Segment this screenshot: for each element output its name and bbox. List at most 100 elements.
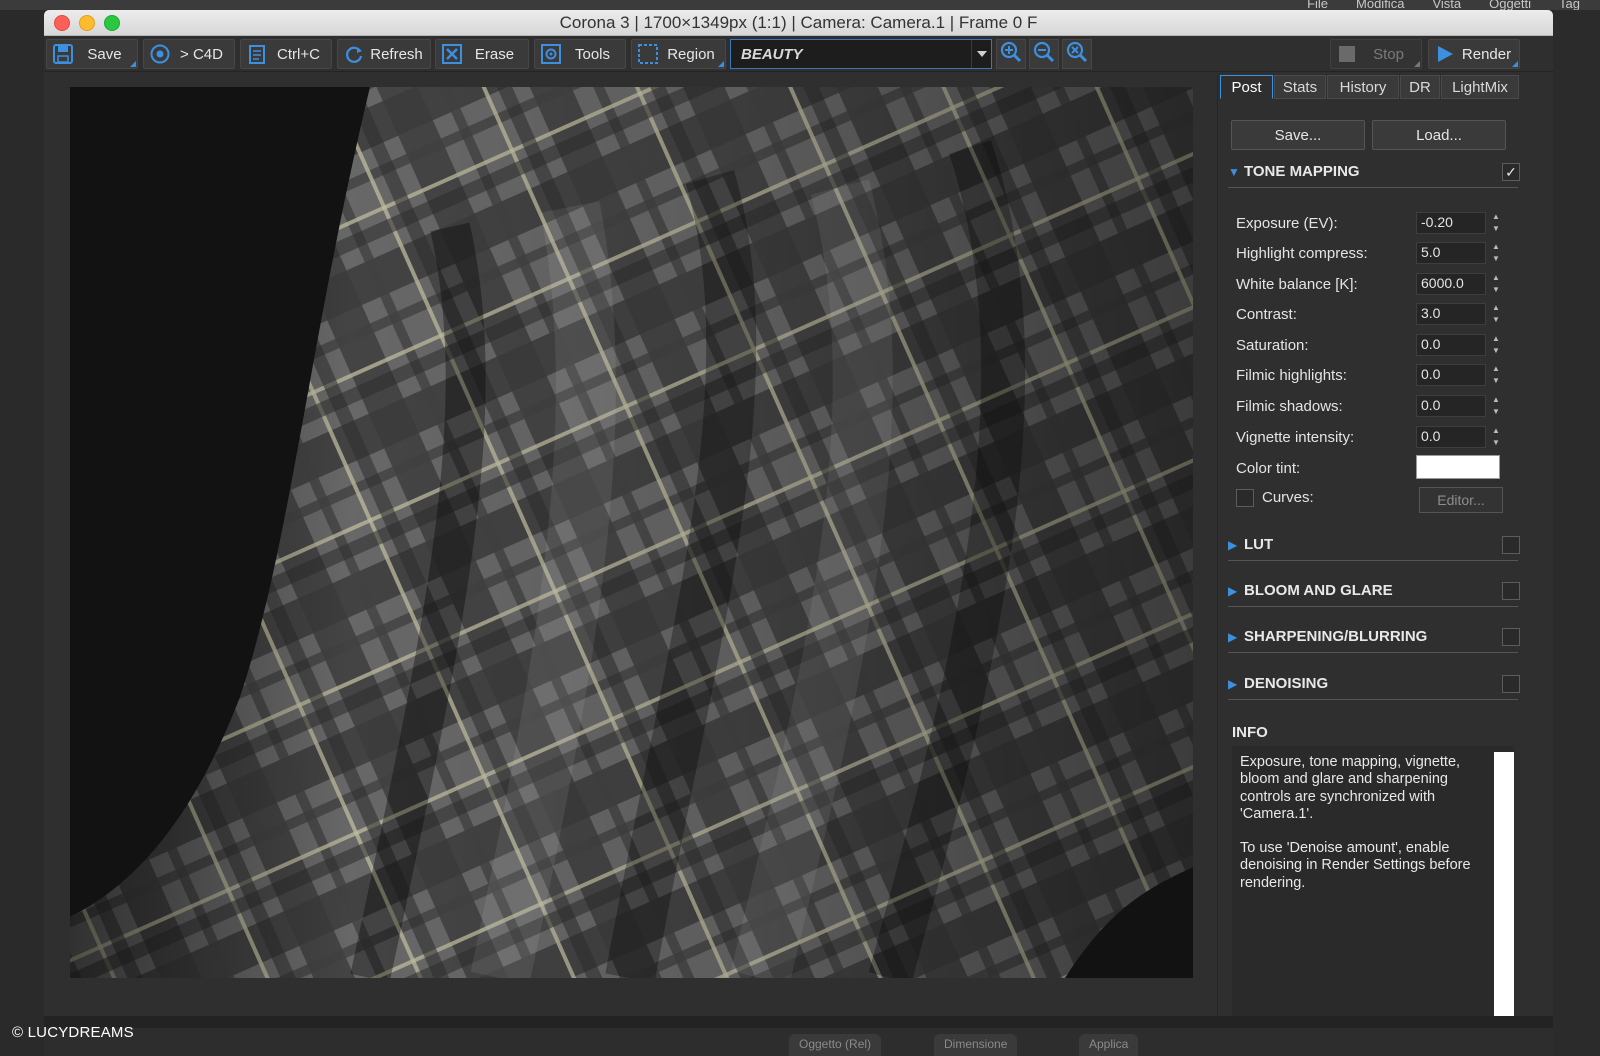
section-title: SHARPENING/BLURRING	[1244, 628, 1428, 645]
post-save-button[interactable]: Save...	[1231, 120, 1365, 150]
host-tab-object[interactable]: Oggetto (Rel)	[789, 1034, 882, 1056]
color-tint-swatch[interactable]	[1416, 455, 1500, 479]
refresh-button[interactable]: Refresh	[337, 39, 431, 69]
tone-mapping-title: TONE MAPPING	[1244, 163, 1360, 180]
spinner-arrows-icon[interactable]: ▲ ▼	[1491, 395, 1501, 417]
spinner-arrows-icon[interactable]: ▲ ▼	[1491, 273, 1501, 295]
render-pass-value: BEAUTY	[741, 45, 803, 63]
lut-checkbox[interactable]	[1502, 536, 1520, 554]
erase-x-icon	[439, 41, 465, 67]
copy-button[interactable]: Ctrl+C	[240, 39, 332, 69]
send-to-c4d-button[interactable]: > C4D	[143, 39, 235, 69]
tools-label: Tools	[574, 45, 611, 63]
host-tab-dimension[interactable]: Dimensione	[934, 1034, 1018, 1056]
curves-editor-button[interactable]: Editor...	[1419, 487, 1503, 513]
param-label: Saturation:	[1236, 337, 1309, 354]
collapsed-triangle-icon: ▶	[1228, 538, 1238, 552]
param-color-tint: Color tint:	[1236, 455, 1516, 481]
region-button[interactable]: Region	[631, 39, 726, 69]
bloom-glare-header[interactable]: ▶ BLOOM AND GLARE	[1228, 577, 1520, 607]
section-title: DENOISING	[1244, 675, 1329, 692]
spinner-arrows-icon[interactable]: ▲ ▼	[1491, 242, 1501, 264]
collapsed-triangle-icon: ▶	[1228, 677, 1238, 691]
exposure-input[interactable]: -0.20	[1416, 212, 1486, 234]
panel-tabs: Post Stats History DR LightMix	[1220, 75, 1548, 99]
spinner-arrows-icon[interactable]: ▲ ▼	[1491, 426, 1501, 448]
filmic-highlights-input[interactable]: 0.0	[1416, 364, 1486, 386]
param-label: White balance [K]:	[1236, 276, 1358, 293]
plaid-cloth-render	[70, 87, 1193, 978]
window-titlebar[interactable]: Corona 3 | 1700×1349px (1:1) | Camera: C…	[44, 10, 1553, 36]
zoom-fit-icon	[1065, 40, 1089, 69]
dropdown-corner-icon	[718, 61, 724, 67]
white-balance-input[interactable]: 6000.0	[1416, 273, 1486, 295]
stop-button[interactable]: Stop	[1330, 39, 1422, 69]
host-app-bottom-bar: Oggetto (Rel) Dimensione Applica	[44, 1028, 1553, 1056]
highlight-compress-input[interactable]: 5.0	[1416, 242, 1486, 264]
gear-icon	[538, 41, 564, 67]
zoom-fit-button[interactable]	[1062, 39, 1092, 69]
param-label: Color tint:	[1236, 460, 1301, 477]
sharpening-checkbox[interactable]	[1502, 628, 1520, 646]
post-load-button[interactable]: Load...	[1372, 120, 1506, 150]
contrast-input[interactable]: 3.0	[1416, 303, 1486, 325]
param-filmic-shadows: Filmic shadows: 0.0 ▲ ▼	[1236, 395, 1516, 419]
bloom-glare-checkbox[interactable]	[1502, 582, 1520, 600]
tone-mapping-header[interactable]: ▼ TONE MAPPING ✓	[1228, 158, 1520, 188]
tab-history[interactable]: History	[1327, 75, 1399, 99]
host-tab-apply[interactable]: Applica	[1079, 1034, 1139, 1056]
dropdown-corner-icon	[130, 61, 136, 67]
erase-label: Erase	[474, 45, 515, 63]
spinner-arrows-icon[interactable]: ▲ ▼	[1491, 303, 1501, 325]
param-contrast: Contrast: 3.0 ▲ ▼	[1236, 303, 1516, 327]
info-text: Exposure, tone mapping, vignette, bloom …	[1240, 754, 1488, 892]
c4d-icon	[147, 41, 173, 67]
tab-dr[interactable]: DR	[1400, 75, 1440, 99]
tone-mapping-checkbox[interactable]: ✓	[1502, 163, 1520, 181]
region-select-icon	[635, 41, 661, 67]
render-button[interactable]: Render	[1428, 39, 1520, 69]
host-app-left-strip	[0, 10, 44, 1056]
tools-button[interactable]: Tools	[534, 39, 626, 69]
floppy-disk-icon	[50, 41, 76, 67]
dropdown-corner-icon	[1512, 61, 1518, 67]
info-paragraph-sync: Exposure, tone mapping, vignette, bloom …	[1240, 754, 1461, 822]
section-title: BLOOM AND GLARE	[1244, 582, 1393, 599]
saturation-input[interactable]: 0.0	[1416, 334, 1486, 356]
zoom-in-button[interactable]	[996, 39, 1026, 69]
info-box: Exposure, tone mapping, vignette, bloom …	[1232, 746, 1514, 1016]
info-scrollbar[interactable]	[1494, 752, 1514, 1016]
tab-lightmix[interactable]: LightMix	[1441, 75, 1519, 99]
collapsed-triangle-icon: ▶	[1228, 630, 1238, 644]
denoising-header[interactable]: ▶ DENOISING	[1228, 670, 1520, 700]
tab-stats[interactable]: Stats	[1274, 75, 1326, 99]
param-saturation: Saturation: 0.0 ▲ ▼	[1236, 334, 1516, 358]
host-app-topbar: File Modifica Vista Oggetti Tag	[0, 0, 1600, 11]
render-pass-select[interactable]: BEAUTY	[730, 39, 992, 69]
spinner-arrows-icon[interactable]: ▲ ▼	[1491, 364, 1501, 386]
vignette-intensity-input[interactable]: 0.0	[1416, 426, 1486, 448]
refresh-icon	[341, 41, 367, 67]
erase-button[interactable]: Erase	[435, 39, 529, 69]
sharpening-header[interactable]: ▶ SHARPENING/BLURRING	[1228, 623, 1520, 653]
watermark-text: © LUCYDREAMS	[12, 1024, 134, 1041]
chevron-down-icon[interactable]	[971, 40, 991, 68]
param-curves: Curves: Editor...	[1236, 486, 1516, 513]
spinner-arrows-icon[interactable]: ▲ ▼	[1491, 212, 1501, 234]
param-highlight-compress: Highlight compress: 5.0 ▲ ▼	[1236, 242, 1516, 266]
region-label: Region	[667, 45, 715, 63]
tab-post[interactable]: Post	[1220, 75, 1273, 99]
param-label: Exposure (EV):	[1236, 215, 1338, 232]
param-filmic-highlights: Filmic highlights: 0.0 ▲ ▼	[1236, 364, 1516, 388]
rendered-image[interactable]	[70, 87, 1193, 978]
lut-header[interactable]: ▶ LUT	[1228, 531, 1520, 561]
save-label: Save	[87, 45, 122, 63]
save-button[interactable]: Save	[46, 39, 138, 69]
curves-checkbox[interactable]	[1236, 489, 1254, 507]
param-exposure: Exposure (EV): -0.20 ▲ ▼	[1236, 212, 1516, 236]
copy-label: Ctrl+C	[277, 45, 320, 63]
filmic-shadows-input[interactable]: 0.0	[1416, 395, 1486, 417]
spinner-arrows-icon[interactable]: ▲ ▼	[1491, 334, 1501, 356]
zoom-out-button[interactable]	[1029, 39, 1059, 69]
denoising-checkbox[interactable]	[1502, 675, 1520, 693]
